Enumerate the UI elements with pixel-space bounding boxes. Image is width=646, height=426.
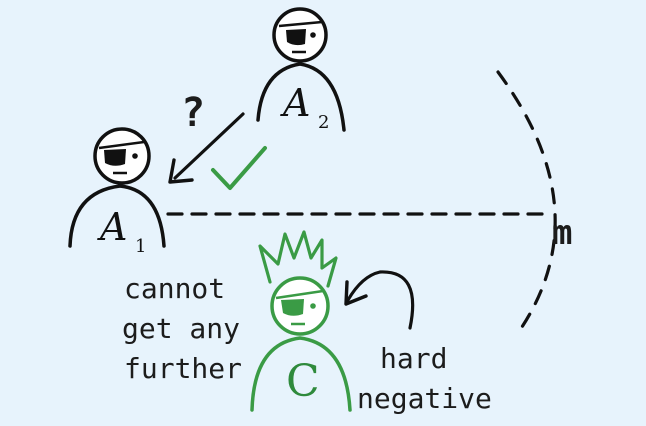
diagram-svg: m A 2 ? A 1 C cannot get any further har… [68, 7, 572, 415]
arrow-icon [344, 270, 415, 330]
figure-a1: A 1 [68, 127, 166, 257]
a1-subscript: 1 [135, 236, 146, 257]
question-mark: ? [181, 90, 205, 136]
cannot-text-line1: cannot [124, 272, 225, 305]
hard-negative-line1: hard [380, 342, 447, 375]
hard-negative-line2: negative [357, 382, 492, 415]
figure-c: C [250, 230, 352, 412]
margin-arc [496, 70, 557, 332]
a2-subscript: 2 [318, 112, 329, 133]
a2-label: A [280, 81, 310, 125]
c-label: C [286, 356, 320, 407]
a1-label: A [97, 205, 127, 249]
diagram-canvas: m A 2 ? A 1 C cannot get any further har… [0, 0, 646, 426]
cannot-text-line2: get any [122, 312, 240, 345]
check-icon [211, 146, 267, 190]
figure-a2: A 2 [256, 7, 346, 133]
margin-label: m [552, 213, 572, 253]
cannot-text-line3: further [124, 352, 242, 385]
